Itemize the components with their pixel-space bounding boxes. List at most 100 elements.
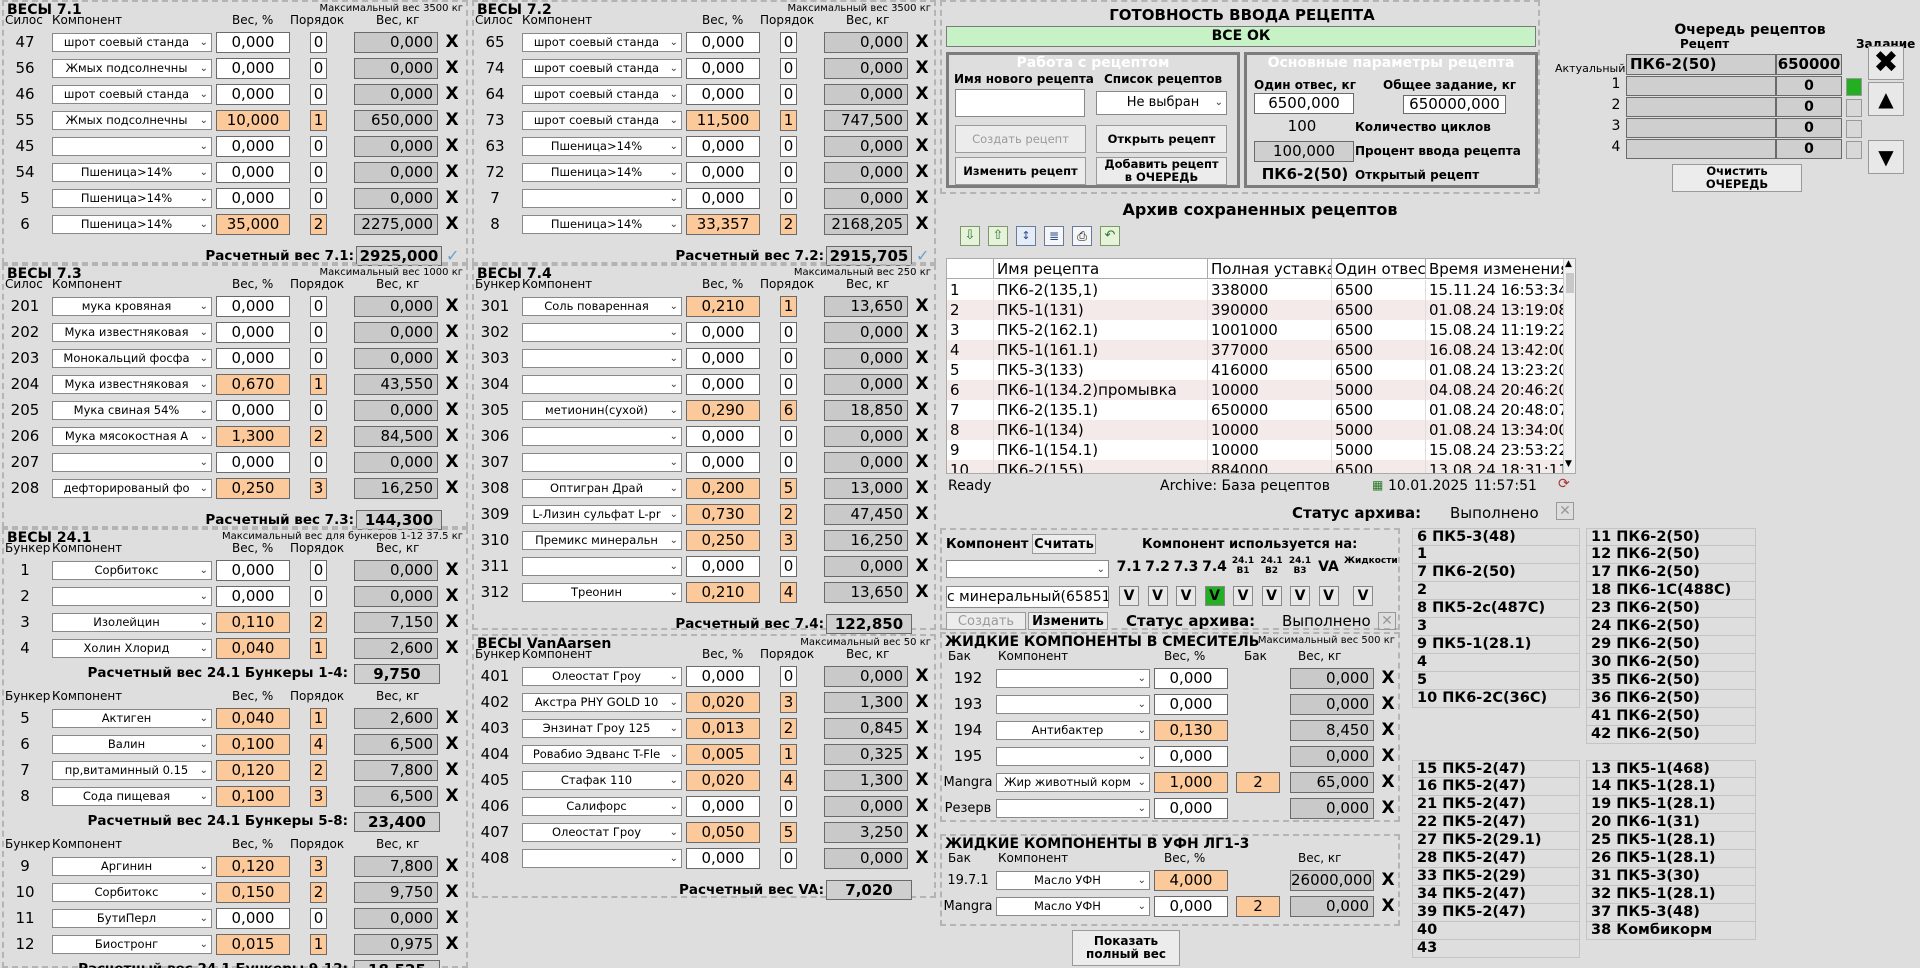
archive-row[interactable]: 7 ПК6-2(135.1) 650000 6500 01.08.24 20:48:07: [947, 400, 1563, 420]
order-field[interactable]: 0: [780, 188, 797, 209]
clear-row-button[interactable]: X: [444, 934, 460, 954]
order-field[interactable]: 0: [310, 560, 327, 581]
order-field[interactable]: 0: [310, 400, 327, 421]
weight-percent-field[interactable]: 0,290: [686, 400, 760, 421]
order-field[interactable]: 0: [310, 296, 327, 317]
component-select[interactable]: ⌄: [522, 375, 682, 394]
weight-percent-field[interactable]: 0,000: [686, 666, 760, 687]
component-select[interactable]: Мука известняковая ⌄: [52, 323, 212, 342]
component-select[interactable]: мука кровяная ⌄: [52, 297, 212, 316]
order-field[interactable]: 4: [780, 582, 797, 603]
clear-row-button[interactable]: X: [444, 908, 460, 928]
order-field[interactable]: 1: [310, 638, 327, 659]
queue-row-recipe[interactable]: [1626, 97, 1776, 117]
order-field[interactable]: 3: [780, 692, 797, 713]
scroll-thumb[interactable]: [1566, 273, 1574, 293]
weight-percent-field[interactable]: 0,000: [216, 162, 290, 183]
clear-row-button[interactable]: X: [914, 296, 930, 316]
component-select[interactable]: Ровабио Эдванс T-Fle ⌄: [522, 745, 682, 764]
component-select[interactable]: ⌄: [522, 323, 682, 342]
import-icon[interactable]: ⇩: [960, 226, 980, 246]
queue-up-button[interactable]: ▲: [1868, 82, 1904, 116]
component-select[interactable]: Актиген ⌄: [52, 709, 212, 728]
order-field[interactable]: 1: [310, 934, 327, 955]
recipe-list-select[interactable]: Не выбран ⌄: [1096, 91, 1227, 115]
weight-percent-field[interactable]: 0,000: [216, 84, 290, 105]
component-select[interactable]: ⌄: [996, 799, 1150, 818]
clear-row-button[interactable]: X: [914, 666, 930, 686]
weight-percent-field[interactable]: 0,130: [1154, 720, 1228, 741]
order-field[interactable]: 2: [310, 426, 327, 447]
archive-col-header[interactable]: Полная уставка: [1207, 259, 1331, 279]
archive-row[interactable]: 9 ПК6-1(154.1) 10000 5000 15.08.24 23:53:22: [947, 440, 1563, 460]
component-select[interactable]: шрот соевый станда ⌄: [522, 85, 682, 104]
component-select[interactable]: Соль поваренная ⌄: [522, 297, 682, 316]
component-select[interactable]: пр,витаминный 0.15 ⌄: [52, 761, 212, 780]
component-select[interactable]: Изолейцин ⌄: [52, 613, 212, 632]
clear-row-button[interactable]: X: [444, 426, 460, 446]
archive-row[interactable]: 10 ПК6-2(155) 884000 6500 13.08.24 18:31:11: [947, 460, 1563, 473]
clear-row-button[interactable]: X: [914, 718, 930, 738]
weight-percent-field[interactable]: 0,000: [686, 136, 760, 157]
component-select[interactable]: Масло УФН ⌄: [996, 897, 1150, 916]
component-select[interactable]: Олеостат Гроу ⌄: [522, 667, 682, 686]
component-scale-toggle[interactable]: V: [1119, 586, 1139, 606]
clear-row-button[interactable]: X: [444, 882, 460, 902]
component-select[interactable]: Треонин ⌄: [522, 583, 682, 602]
clear-row-button[interactable]: X: [444, 348, 460, 368]
create-component-button[interactable]: Создать: [946, 612, 1026, 630]
weight-percent-field[interactable]: 10,000: [216, 110, 290, 131]
add-to-queue-button[interactable]: Добавить рецепт в ОЧЕРЕДЬ: [1096, 157, 1227, 185]
component-select[interactable]: Масло УФН ⌄: [996, 871, 1150, 890]
weight-percent-field[interactable]: 0,120: [216, 760, 290, 781]
clear-row-button[interactable]: X: [914, 744, 930, 764]
document-icon[interactable]: ≣: [1044, 226, 1064, 246]
component-select[interactable]: Акстра PHY GOLD 10 ⌄: [522, 693, 682, 712]
weight-percent-field[interactable]: 0,000: [216, 400, 290, 421]
component-select[interactable]: ⌄: [996, 695, 1150, 714]
component-select[interactable]: ⌄: [52, 137, 212, 156]
order-field[interactable]: 4: [780, 770, 797, 791]
order-field[interactable]: 2: [780, 214, 797, 235]
queue-down-button[interactable]: ▼: [1868, 140, 1904, 174]
component-select[interactable]: ⌄: [522, 189, 682, 208]
order-field[interactable]: 0: [310, 322, 327, 343]
component-scale-toggle[interactable]: V: [1233, 586, 1253, 606]
order-field[interactable]: 0: [780, 348, 797, 369]
clear-row-button[interactable]: X: [914, 848, 930, 868]
order-field[interactable]: 2: [1236, 896, 1280, 917]
weight-percent-field[interactable]: 35,000: [216, 214, 290, 235]
clear-row-button[interactable]: X: [1380, 772, 1396, 792]
weight-percent-field[interactable]: 0,250: [216, 478, 290, 499]
archive-row[interactable]: 8 ПК6-1(134) 10000 5000 01.08.24 13:34:00: [947, 420, 1563, 440]
weight-percent-field[interactable]: 0,050: [686, 822, 760, 843]
component-select[interactable]: Пшеница>14% ⌄: [52, 163, 212, 182]
weight-percent-field[interactable]: 0,000: [686, 188, 760, 209]
order-field[interactable]: 0: [310, 908, 327, 929]
clear-row-button[interactable]: X: [914, 32, 930, 52]
clear-row-button[interactable]: X: [914, 426, 930, 446]
weight-percent-field[interactable]: 0,000: [216, 136, 290, 157]
weight-percent-field[interactable]: 1,300: [216, 426, 290, 447]
order-field[interactable]: 0: [780, 84, 797, 105]
weight-percent-field[interactable]: 0,730: [686, 504, 760, 525]
component-select[interactable]: ⌄: [522, 349, 682, 368]
change-recipe-button[interactable]: Изменить рецепт: [955, 157, 1086, 185]
weight-percent-field[interactable]: 0,000: [686, 58, 760, 79]
archive-row[interactable]: 6 ПК6-1(134.2)промывка 10000 5000 04.08.24 2…: [947, 380, 1563, 400]
weight-percent-field[interactable]: 0,670: [216, 374, 290, 395]
component-scale-toggle[interactable]: V: [1290, 586, 1310, 606]
order-field[interactable]: 5: [780, 822, 797, 843]
order-field[interactable]: 1: [310, 708, 327, 729]
component-scale-toggle[interactable]: V: [1318, 586, 1339, 606]
clear-row-button[interactable]: X: [914, 822, 930, 842]
component-scale-toggle[interactable]: V: [1176, 586, 1196, 606]
weight-percent-field[interactable]: 0,000: [216, 188, 290, 209]
component-select[interactable]: Жмых подсолнечны ⌄: [52, 59, 212, 78]
weight-percent-field[interactable]: 0,150: [216, 882, 290, 903]
batch-weight-field[interactable]: 6500,000: [1254, 93, 1354, 114]
component-select[interactable]: Салифорс ⌄: [522, 797, 682, 816]
queue-row-recipe[interactable]: [1626, 76, 1776, 96]
new-recipe-input[interactable]: [955, 89, 1085, 117]
clear-row-button[interactable]: X: [1380, 720, 1396, 740]
